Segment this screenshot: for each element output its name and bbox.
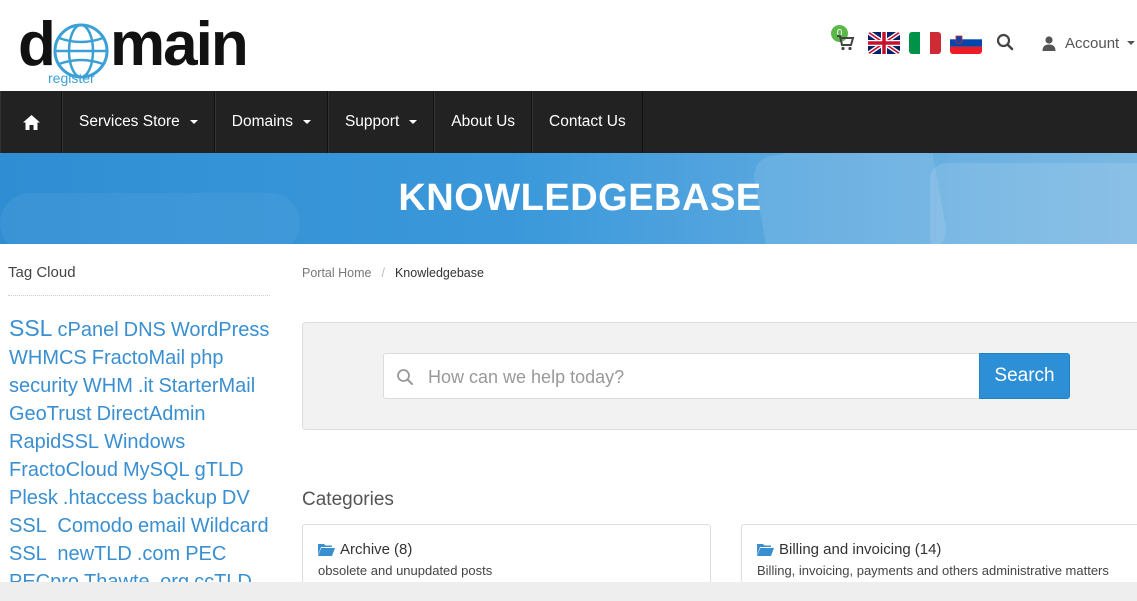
tag-link[interactable]: .it: [138, 375, 154, 397]
tag-link[interactable]: MySQL: [123, 459, 190, 481]
category-description: Billing, invoicing, payments and others …: [757, 563, 1109, 578]
tag-link[interactable]: security: [9, 375, 78, 397]
main-nav: Services Store Domains Support About Us …: [0, 91, 1137, 153]
logo-d: d: [18, 10, 56, 79]
knowledgebase-search-panel: Search: [302, 322, 1137, 430]
breadcrumb-home-link[interactable]: Portal Home: [302, 266, 371, 280]
category-description: obsolete and unupdated posts: [318, 563, 493, 578]
user-icon: [1042, 36, 1056, 51]
nav-home[interactable]: [0, 91, 62, 153]
logo[interactable]: d main register: [18, 14, 249, 88]
tag-link[interactable]: Comodo: [57, 515, 133, 537]
nav-domains[interactable]: Domains: [214, 91, 328, 153]
nav-label: Contact Us: [549, 113, 626, 130]
cart-icon[interactable]: [835, 32, 855, 52]
page-title: KNOWLEDGEBASE: [398, 177, 762, 219]
tag-link[interactable]: DNS: [124, 319, 166, 341]
uk-flag-icon[interactable]: [868, 32, 900, 54]
slovenia-flag-icon[interactable]: [950, 32, 982, 54]
tag-link[interactable]: cPanel: [57, 319, 118, 341]
tag-link[interactable]: FractoMail: [92, 347, 185, 369]
nav-support[interactable]: Support: [327, 91, 435, 153]
home-icon: [22, 114, 40, 130]
folder-open-icon: [757, 544, 774, 556]
tag-link[interactable]: WHM: [83, 375, 133, 397]
tag-link[interactable]: newTLD: [57, 543, 131, 565]
tag-link[interactable]: backup: [152, 487, 217, 509]
category-title[interactable]: Billing and invoicing (14): [757, 541, 1135, 558]
search-field[interactable]: [383, 353, 979, 399]
chevron-down-icon: [302, 120, 311, 124]
category-name: Billing and invoicing: [779, 541, 911, 558]
page-banner: KNOWLEDGEBASE: [0, 153, 1137, 244]
tag-link[interactable]: .htaccess: [63, 487, 147, 509]
search-icon: [397, 369, 413, 385]
tag-link[interactable]: WHMCS: [9, 347, 87, 369]
logo-subtitle: register: [48, 70, 95, 86]
breadcrumb-current: Knowledgebase: [394, 266, 484, 280]
nav-label: Domains: [231, 113, 293, 130]
search-input[interactable]: [428, 362, 968, 392]
tag-link[interactable]: RapidSSL: [9, 431, 99, 453]
nav-about-us[interactable]: About Us: [434, 91, 533, 153]
bottom-bar: [0, 582, 1137, 601]
nav-services-store[interactable]: Services Store: [62, 91, 215, 153]
tag-link[interactable]: FractoCloud: [9, 459, 118, 481]
tag-link[interactable]: GeoTrust: [9, 403, 92, 425]
category-name: Archive: [340, 541, 391, 558]
site-header: d main register 0 Account: [0, 0, 1137, 91]
nav-label: About Us: [451, 113, 516, 130]
tag-link[interactable]: gTLD: [195, 459, 244, 481]
tag-cloud-title: Tag Cloud: [8, 264, 76, 281]
italy-flag-icon[interactable]: [909, 32, 941, 54]
nav-label: Support: [344, 113, 400, 130]
tag-link[interactable]: DirectAdmin: [97, 403, 206, 425]
account-menu[interactable]: Account: [1041, 33, 1136, 53]
chevron-down-icon: [189, 120, 198, 124]
nav-label: Services Store: [79, 113, 180, 130]
tag-link[interactable]: StarterMail: [158, 375, 255, 397]
tag-link[interactable]: Windows: [104, 431, 185, 453]
folder-open-icon: [318, 544, 335, 556]
logo-main: main: [110, 10, 249, 79]
category-count: (14): [914, 541, 942, 558]
breadcrumb: Portal Home / Knowledgebase: [302, 266, 484, 280]
category-title[interactable]: Archive (8): [318, 541, 695, 558]
tag-cloud: SSL cPanel DNS WordPress WHMCS FractoMail php…: [9, 314, 271, 596]
sidebar: Tag Cloud SSL cPanel DNS WordPress WHMCS Fra…: [0, 244, 280, 593]
tag-link[interactable]: email: [138, 515, 186, 537]
account-label: Account: [1065, 34, 1120, 52]
search-icon[interactable]: [996, 33, 1014, 51]
chevron-down-icon: [409, 120, 418, 124]
tag-link[interactable]: WordPress: [171, 319, 270, 341]
tag-link[interactable]: SSL: [9, 315, 52, 341]
divider: [8, 295, 270, 296]
tag-link[interactable]: PEC: [185, 543, 226, 565]
nav-contact-us[interactable]: Contact Us: [532, 91, 643, 153]
tag-link[interactable]: php: [190, 347, 223, 369]
categories-heading: Categories: [302, 489, 394, 510]
chevron-down-icon: [1127, 41, 1136, 45]
tag-link[interactable]: Plesk: [9, 487, 58, 509]
search-button[interactable]: Search: [979, 353, 1070, 399]
tag-link[interactable]: .com: [137, 543, 180, 565]
category-count: (8): [394, 541, 413, 558]
breadcrumb-separator: /: [381, 266, 385, 280]
